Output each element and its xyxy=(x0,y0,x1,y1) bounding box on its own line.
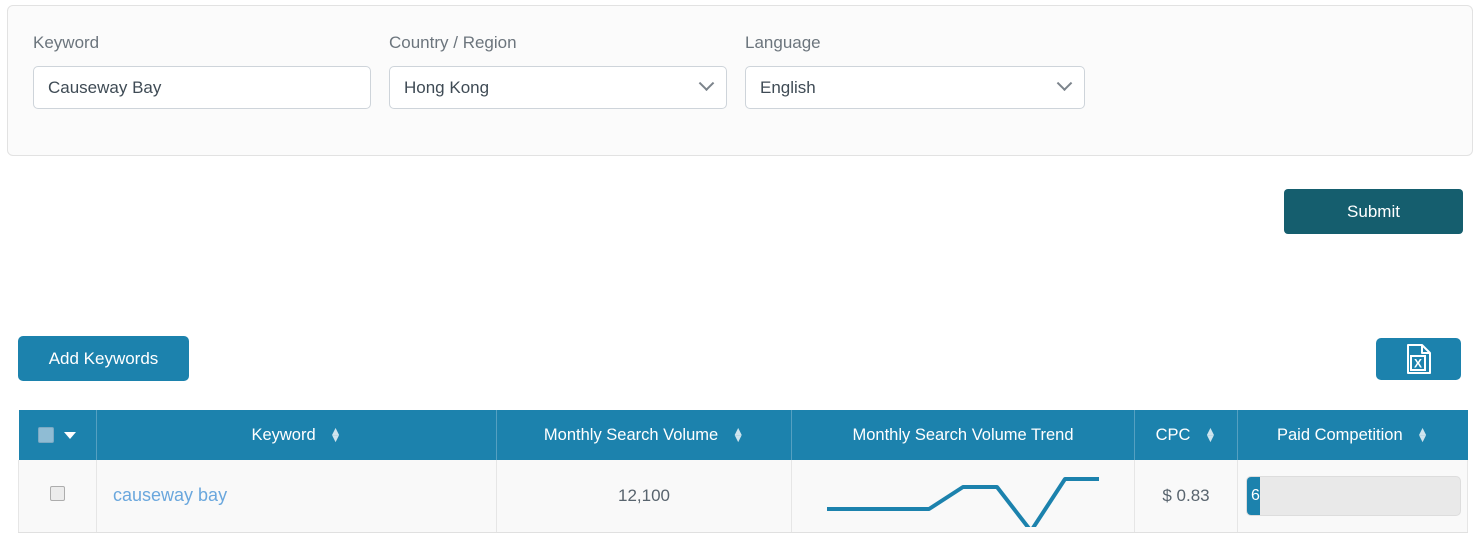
export-excel-button[interactable]: X xyxy=(1376,338,1461,380)
keyword-field-group: Keyword Causeway Bay xyxy=(33,32,371,109)
svg-text:X: X xyxy=(1413,357,1421,371)
keyword-research-page: Keyword Causeway Bay Country / Region Ho… xyxy=(0,0,1480,537)
row-checkbox[interactable] xyxy=(50,485,65,501)
language-select-value: English xyxy=(760,77,816,97)
keyword-input-value: Causeway Bay xyxy=(48,77,162,97)
table-row: causeway bay 12,100 $ 0.83 6% xyxy=(18,460,1468,533)
row-cpc-cell: $ 0.83 xyxy=(1134,460,1238,533)
sort-icon[interactable]: ▲ ▼ xyxy=(330,425,342,444)
paid-competition-bar: 6% xyxy=(1246,475,1461,516)
column-header-cpc-label: CPC xyxy=(1155,425,1191,444)
column-header-monthly-search-volume[interactable]: Monthly Search Volume ▲ ▼ xyxy=(496,410,792,460)
chevron-down-icon xyxy=(698,75,715,92)
keyword-input[interactable]: Causeway Bay xyxy=(33,66,371,109)
caret-down-icon[interactable] xyxy=(64,431,77,439)
submit-button[interactable]: Submit xyxy=(1284,189,1463,234)
row-competition-cell: 6% xyxy=(1237,460,1468,533)
row-select-cell[interactable] xyxy=(18,460,97,533)
column-header-select-all[interactable] xyxy=(18,410,97,460)
language-select[interactable]: English xyxy=(745,66,1085,109)
excel-file-icon: X xyxy=(1406,344,1431,374)
paid-competition-fill: 6% xyxy=(1247,476,1260,515)
country-select-value: Hong Kong xyxy=(404,77,490,97)
row-trend-cell xyxy=(791,460,1135,533)
column-header-keyword[interactable]: Keyword ▲ ▼ xyxy=(96,410,497,460)
add-keywords-button[interactable]: Add Keywords xyxy=(18,336,189,381)
column-header-keyword-label: Keyword xyxy=(251,425,316,444)
country-label: Country / Region xyxy=(389,33,517,52)
row-keyword-cell: causeway bay xyxy=(96,460,497,533)
keyword-link[interactable]: causeway bay xyxy=(105,485,488,506)
country-select[interactable]: Hong Kong xyxy=(389,66,727,109)
column-header-cpc[interactable]: CPC ▲ ▼ xyxy=(1134,410,1238,460)
keywords-table: Keyword ▲ ▼ Monthly Search Volume ▲ ▼ Mont… xyxy=(18,410,1468,533)
language-label: Language xyxy=(745,33,821,52)
row-volume-cell: 12,100 xyxy=(496,460,792,533)
column-header-trend-label: Monthly Search Volume Trend xyxy=(852,425,1074,444)
sort-icon[interactable]: ▲ ▼ xyxy=(732,425,744,444)
sort-icon[interactable]: ▲ ▼ xyxy=(1204,425,1216,444)
sparkline-chart xyxy=(827,476,1099,527)
language-field-group: Language English xyxy=(745,32,1085,109)
table-header-row: Keyword ▲ ▼ Monthly Search Volume ▲ ▼ Mont… xyxy=(18,410,1468,460)
column-header-volume-label: Monthly Search Volume xyxy=(543,425,719,444)
column-header-paid-competition[interactable]: Paid Competition ▲ ▼ xyxy=(1237,410,1468,460)
column-header-monthly-search-volume-trend: Monthly Search Volume Trend xyxy=(791,410,1135,460)
filter-fields-row: Keyword Causeway Bay Country / Region Ho… xyxy=(33,32,1085,109)
keyword-label: Keyword xyxy=(33,33,100,52)
column-header-competition-label: Paid Competition xyxy=(1276,425,1403,444)
search-filter-panel: Keyword Causeway Bay Country / Region Ho… xyxy=(7,5,1473,156)
sort-icon[interactable]: ▲ ▼ xyxy=(1417,425,1429,444)
country-field-group: Country / Region Hong Kong xyxy=(389,32,727,109)
select-all-checkbox[interactable] xyxy=(38,427,55,443)
chevron-down-icon xyxy=(1056,75,1073,92)
